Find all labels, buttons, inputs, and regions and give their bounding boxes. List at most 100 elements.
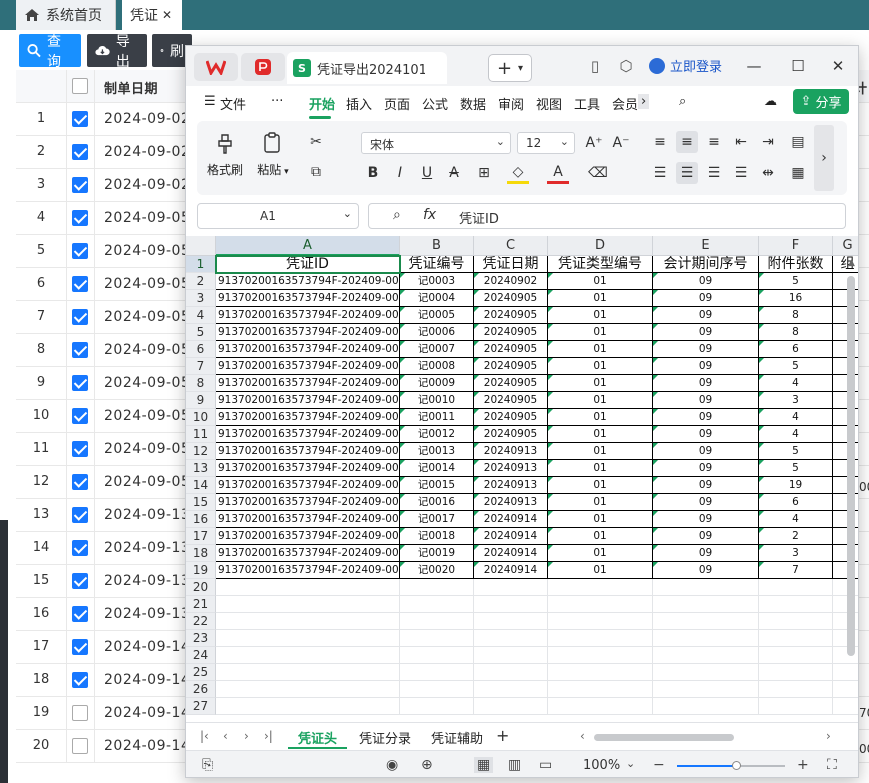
- menu-insert[interactable]: 插入: [346, 94, 372, 113]
- empty-cell[interactable]: [653, 613, 759, 630]
- empty-cell[interactable]: [216, 681, 400, 698]
- add-sheet-icon[interactable]: +: [496, 726, 509, 745]
- table-cell[interactable]: 91370200163573794F-202409-0007: [216, 341, 400, 358]
- table-cell[interactable]: 01: [548, 341, 653, 358]
- more-icon[interactable]: ···: [271, 94, 283, 109]
- row-header[interactable]: 27: [186, 698, 216, 715]
- row-checkbox[interactable]: [72, 309, 88, 325]
- table-cell[interactable]: 16: [759, 290, 833, 307]
- table-cell[interactable]: 91370200163573794F-202409-0014: [216, 460, 400, 477]
- table-cell[interactable]: 09: [653, 443, 759, 460]
- empty-cell[interactable]: [400, 647, 474, 664]
- column-header[interactable]: C: [474, 236, 548, 256]
- sheet-tab-auxiliary[interactable]: 凭证辅助: [421, 727, 493, 749]
- row-header[interactable]: 17: [186, 528, 216, 545]
- macro-icon[interactable]: ⎘: [202, 757, 213, 773]
- row-header[interactable]: 1: [186, 256, 216, 273]
- column-header[interactable]: A: [216, 236, 400, 256]
- table-cell[interactable]: 20240905: [474, 409, 548, 426]
- table-cell[interactable]: 91370200163573794F-202409-0017: [216, 511, 400, 528]
- table-cell[interactable]: 20240914: [474, 511, 548, 528]
- row-checkbox[interactable]: [72, 111, 88, 127]
- justify-icon[interactable]: ☰: [730, 162, 752, 184]
- row-header[interactable]: 6: [186, 341, 216, 358]
- scroll-right-icon[interactable]: ›: [826, 729, 831, 743]
- table-cell[interactable]: 09: [653, 494, 759, 511]
- row-header[interactable]: 18: [186, 545, 216, 562]
- last-sheet-icon[interactable]: ›|: [264, 729, 273, 743]
- table-cell[interactable]: 记0008: [400, 358, 474, 375]
- table-cell[interactable]: 01: [548, 511, 653, 528]
- empty-cell[interactable]: [833, 579, 858, 596]
- document-tab[interactable]: S 凭证导出20241010043: [287, 52, 447, 84]
- zoom-out-icon[interactable]: −: [653, 757, 665, 773]
- table-cell[interactable]: 20240905: [474, 375, 548, 392]
- table-cell[interactable]: 记0014: [400, 460, 474, 477]
- empty-cell[interactable]: [759, 596, 833, 613]
- align-bottom-icon[interactable]: ≡: [703, 131, 725, 153]
- horizontal-scrollbar[interactable]: [594, 734, 734, 741]
- italic-icon[interactable]: I: [389, 162, 411, 184]
- empty-cell[interactable]: [759, 613, 833, 630]
- page-break-icon[interactable]: ▭: [539, 757, 552, 773]
- table-cell[interactable]: 01: [548, 409, 653, 426]
- empty-cell[interactable]: [653, 681, 759, 698]
- format-painter-button[interactable]: 格式刷: [205, 131, 245, 178]
- tab-home[interactable]: 系统首页: [16, 0, 116, 30]
- align-right-icon[interactable]: ☰: [703, 162, 725, 184]
- empty-cell[interactable]: [759, 698, 833, 715]
- row-header[interactable]: 23: [186, 630, 216, 647]
- table-cell[interactable]: 91370200163573794F-202409-0008: [216, 358, 400, 375]
- fill-color-icon[interactable]: ◇: [507, 162, 529, 184]
- table-cell[interactable]: 09: [653, 290, 759, 307]
- export-button[interactable]: 导出: [87, 34, 147, 70]
- bold-icon[interactable]: B: [362, 162, 384, 184]
- wps-logo-button[interactable]: [194, 53, 238, 81]
- empty-cell[interactable]: [759, 579, 833, 596]
- empty-cell[interactable]: [548, 613, 653, 630]
- table-cell[interactable]: 91370200163573794F-202409-0006: [216, 324, 400, 341]
- menu-data[interactable]: 数据: [460, 94, 486, 113]
- zoom-value[interactable]: 100%: [583, 758, 620, 773]
- table-cell[interactable]: 91370200163573794F-202409-0019: [216, 545, 400, 562]
- table-cell[interactable]: 20240905: [474, 426, 548, 443]
- row-header[interactable]: 16: [186, 511, 216, 528]
- spreadsheet-grid[interactable]: A B C D E F G 1 2 3 4 5 6 7 8 9 10 11 12 13 14 15 16 17 18 19 20 21…: [186, 236, 858, 728]
- menu-file[interactable]: 文件: [220, 94, 246, 113]
- row-checkbox[interactable]: [72, 474, 88, 490]
- empty-cell[interactable]: [216, 596, 400, 613]
- table-cell[interactable]: 01: [548, 307, 653, 324]
- row-header[interactable]: 13: [186, 460, 216, 477]
- table-cell[interactable]: 4: [759, 409, 833, 426]
- row-header[interactable]: 4: [186, 307, 216, 324]
- row-checkbox[interactable]: [72, 606, 88, 622]
- empty-cell[interactable]: [759, 664, 833, 681]
- table-cell[interactable]: [833, 290, 858, 307]
- table-cell[interactable]: 09: [653, 528, 759, 545]
- row-checkbox[interactable]: [72, 210, 88, 226]
- font-family-select[interactable]: 宋体 ⌄: [361, 132, 511, 154]
- next-sheet-icon[interactable]: ›: [244, 729, 249, 743]
- empty-cell[interactable]: [548, 681, 653, 698]
- row-header[interactable]: 2: [186, 273, 216, 290]
- table-cell[interactable]: 01: [548, 358, 653, 375]
- border-icon[interactable]: ⊞: [473, 162, 495, 184]
- table-cell[interactable]: 20240914: [474, 545, 548, 562]
- table-cell[interactable]: 6: [759, 341, 833, 358]
- empty-cell[interactable]: [400, 613, 474, 630]
- row-checkbox[interactable]: [72, 375, 88, 391]
- row-header[interactable]: 14: [186, 477, 216, 494]
- empty-cell[interactable]: [548, 647, 653, 664]
- search-icon[interactable]: ⌕: [679, 94, 686, 109]
- zoom-in-icon[interactable]: +: [797, 757, 809, 773]
- table-cell[interactable]: 4: [759, 375, 833, 392]
- fullscreen-icon[interactable]: ⛶: [827, 757, 837, 773]
- table-cell[interactable]: 09: [653, 358, 759, 375]
- align-middle-icon[interactable]: ≡: [676, 131, 698, 153]
- column-header[interactable]: D: [548, 236, 653, 256]
- table-cell[interactable]: 5: [759, 273, 833, 290]
- table-cell[interactable]: 09: [653, 477, 759, 494]
- table-cell[interactable]: 01: [548, 324, 653, 341]
- empty-cell[interactable]: [833, 630, 858, 647]
- table-cell[interactable]: 20240913: [474, 443, 548, 460]
